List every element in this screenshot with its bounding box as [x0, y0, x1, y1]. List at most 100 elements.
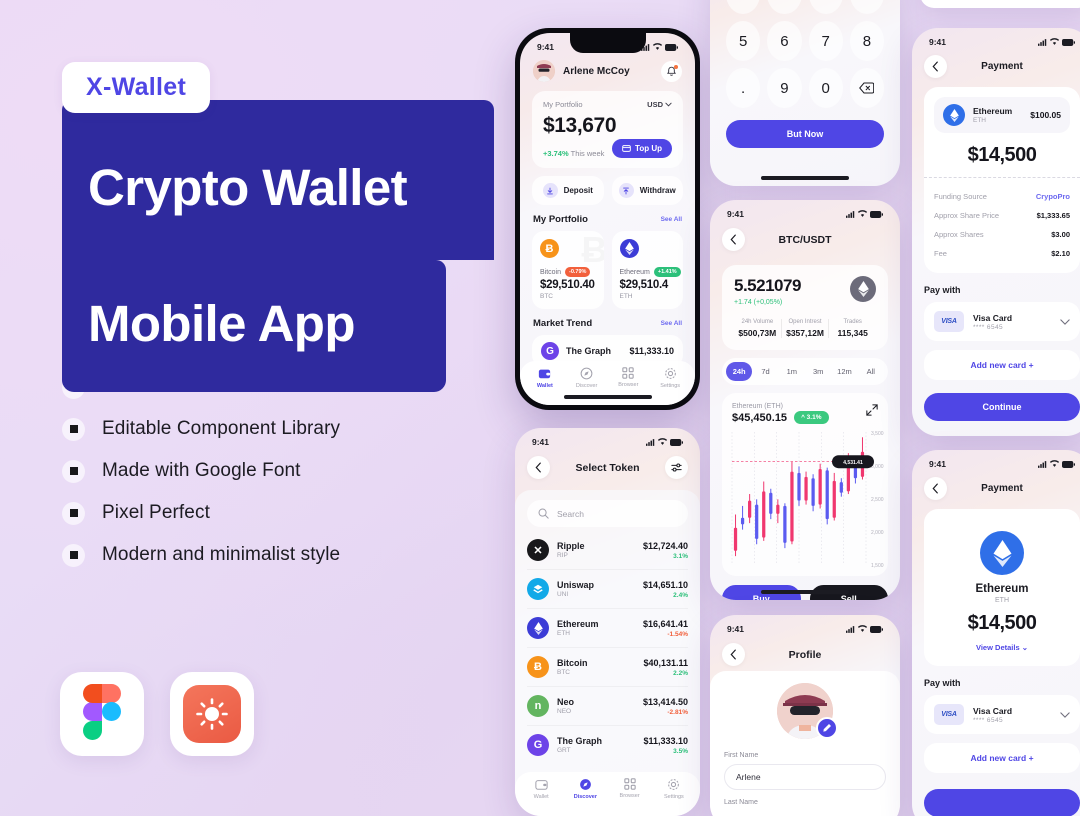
tab-wallet[interactable]: Wallet [519, 778, 563, 816]
card-icon [622, 145, 631, 152]
detail-row: Approx Shares $3.00 [934, 225, 1070, 244]
back-button[interactable] [722, 643, 745, 666]
chevron-down-icon[interactable] [1060, 711, 1070, 718]
divider [924, 177, 1080, 178]
deposit-button[interactable]: Deposit [532, 176, 604, 205]
list-item[interactable]: G The Graph GRT $11,333.10 3.5% [527, 726, 688, 764]
view-details-link[interactable]: View Details ⌄ [934, 643, 1070, 652]
key-backspace[interactable] [849, 68, 884, 108]
timeframe-12m[interactable]: 12m [831, 362, 857, 381]
pay-with-label: Pay with [924, 285, 961, 295]
see-all-link[interactable]: See All [661, 320, 682, 327]
detail-label: Fee [934, 249, 947, 258]
brand-badge: X-Wallet [62, 62, 211, 113]
timeframe-24h[interactable]: 24h [726, 362, 753, 381]
card-info: Visa Card **** 6545 [973, 706, 1051, 724]
continue-button[interactable]: Continue [924, 393, 1080, 421]
back-button[interactable] [722, 228, 745, 251]
token-change: 3.1% [673, 552, 688, 560]
token-symbol: BTC [540, 293, 553, 300]
expand-icon[interactable] [866, 403, 878, 421]
page-title: BTC/USDT [778, 233, 832, 246]
add-new-card-button[interactable]: Add new card + [924, 743, 1080, 773]
wifi-icon [658, 438, 667, 445]
token-row[interactable]: Ethereum ETH $100.05 [934, 97, 1070, 133]
token-card[interactable]: Ethereum +1.41% $29,510.4 ETH [611, 231, 683, 309]
key-3[interactable]: 3 [808, 0, 843, 14]
see-all-link[interactable]: See All [661, 216, 682, 223]
key-4[interactable]: 4 [849, 0, 884, 14]
add-new-card-button[interactable]: Add new card + [924, 350, 1080, 380]
selected-card-row[interactable]: VISA Visa Card **** 6545 [924, 695, 1080, 734]
tab-browser[interactable]: Browser [608, 778, 652, 816]
ethereum-icon [619, 239, 639, 258]
bullet-icon [62, 417, 85, 441]
key-7[interactable]: 7 [808, 21, 843, 61]
tab-discover[interactable]: Discover [566, 367, 608, 405]
stat-volume: 24h Volume $500,73M [734, 319, 782, 338]
tab-label: Discover [573, 794, 597, 800]
select-token-body: Search ✕ Ripple RIP $12,724.40 3.1% Unis… [515, 490, 700, 816]
payment-header: Payment [912, 471, 1080, 509]
detail-value[interactable]: CrypoPro [1036, 192, 1070, 201]
avatar[interactable] [533, 60, 555, 82]
grid-icon [622, 367, 635, 379]
key-1[interactable]: 1 [726, 0, 761, 14]
list-item[interactable]: Ƀ Bitcoin BTC $40,131.11 2.2% [527, 648, 688, 687]
list-item[interactable]: Ethereum ETH $16,641.41 -1.54% [527, 609, 688, 648]
tab-browser[interactable]: Browser [608, 367, 650, 405]
token-symbol: GRT [557, 747, 571, 754]
first-name-field[interactable]: Arlene [724, 764, 886, 790]
tab-label: Discover [575, 383, 598, 389]
key-5[interactable]: 5 [726, 21, 761, 61]
chart-change-value: 3.1% [806, 413, 822, 421]
buy-now-button[interactable]: But Now [726, 120, 884, 148]
feature-label: Editable Component Library [102, 418, 341, 439]
page-title: Payment [981, 483, 1023, 494]
list-item: Made with Google Font [62, 450, 340, 492]
selected-card-row[interactable]: VISA Visa Card **** 6545 [924, 302, 1080, 341]
detail-value: $1,333.65 [1036, 211, 1070, 220]
list-item: Editable Component Library [62, 408, 340, 450]
list-item[interactable]: n Neo NEO $13,414.50 -2.81% [527, 687, 688, 726]
list-item[interactable]: ✕ Ripple RIP $12,724.40 3.1% [527, 531, 688, 570]
status-icons [1038, 460, 1075, 468]
hero-band-primary: Crypto Wallet [62, 100, 494, 260]
key-8[interactable]: 8 [849, 21, 884, 61]
token-card[interactable]: Ƀ Ƀ Bitcoin -0.79% $29,510.40 BTC [532, 231, 604, 309]
list-item: Modern and minimalist style [62, 534, 340, 576]
key-6[interactable]: 6 [767, 21, 802, 61]
signal-icon [646, 438, 655, 446]
market-section-header: Market Trend See All [533, 318, 682, 329]
status-time: 9:41 [532, 437, 550, 447]
chart-price-row: $45,450.15 ^ 3.1% [732, 410, 829, 424]
token-summary-card: Ethereum ETH $14,500 View Details ⌄ [924, 509, 1080, 666]
list-item[interactable]: Uniswap UNI $14,651.10 2.4% [527, 570, 688, 609]
timeframe-all[interactable]: All [858, 362, 884, 381]
key-0[interactable]: 0 [808, 68, 843, 108]
withdraw-button[interactable]: Withdraw [611, 176, 683, 205]
back-button[interactable] [527, 456, 550, 479]
timeframe-7d[interactable]: 7d [752, 362, 778, 381]
edit-avatar-button[interactable] [816, 717, 838, 739]
tab-settings[interactable]: Settings [652, 778, 696, 816]
tab-wallet[interactable]: Wallet [524, 367, 566, 405]
filter-button[interactable] [665, 456, 688, 479]
notification-bell-icon[interactable] [661, 60, 682, 82]
tab-settings[interactable]: Settings [649, 367, 691, 405]
key-9[interactable]: 9 [767, 68, 802, 108]
chevron-left-icon [730, 234, 736, 245]
timeframe-3m[interactable]: 3m [805, 362, 831, 381]
detail-row: Fee $2.10 [934, 244, 1070, 263]
timeframe-1m[interactable]: 1m [779, 362, 805, 381]
continue-button[interactable] [924, 789, 1080, 816]
search-input[interactable]: Search [527, 500, 688, 527]
key-2[interactable]: 2 [767, 0, 802, 14]
chevron-down-icon[interactable] [1060, 318, 1070, 325]
wallet-header: Arlene McCoy [520, 54, 695, 82]
key-dot[interactable]: . [726, 68, 761, 108]
top-up-button[interactable]: Top Up [612, 139, 672, 158]
currency-selector[interactable]: USD [647, 100, 672, 109]
avatar[interactable] [777, 683, 838, 739]
tab-discover[interactable]: Discover [563, 778, 607, 816]
